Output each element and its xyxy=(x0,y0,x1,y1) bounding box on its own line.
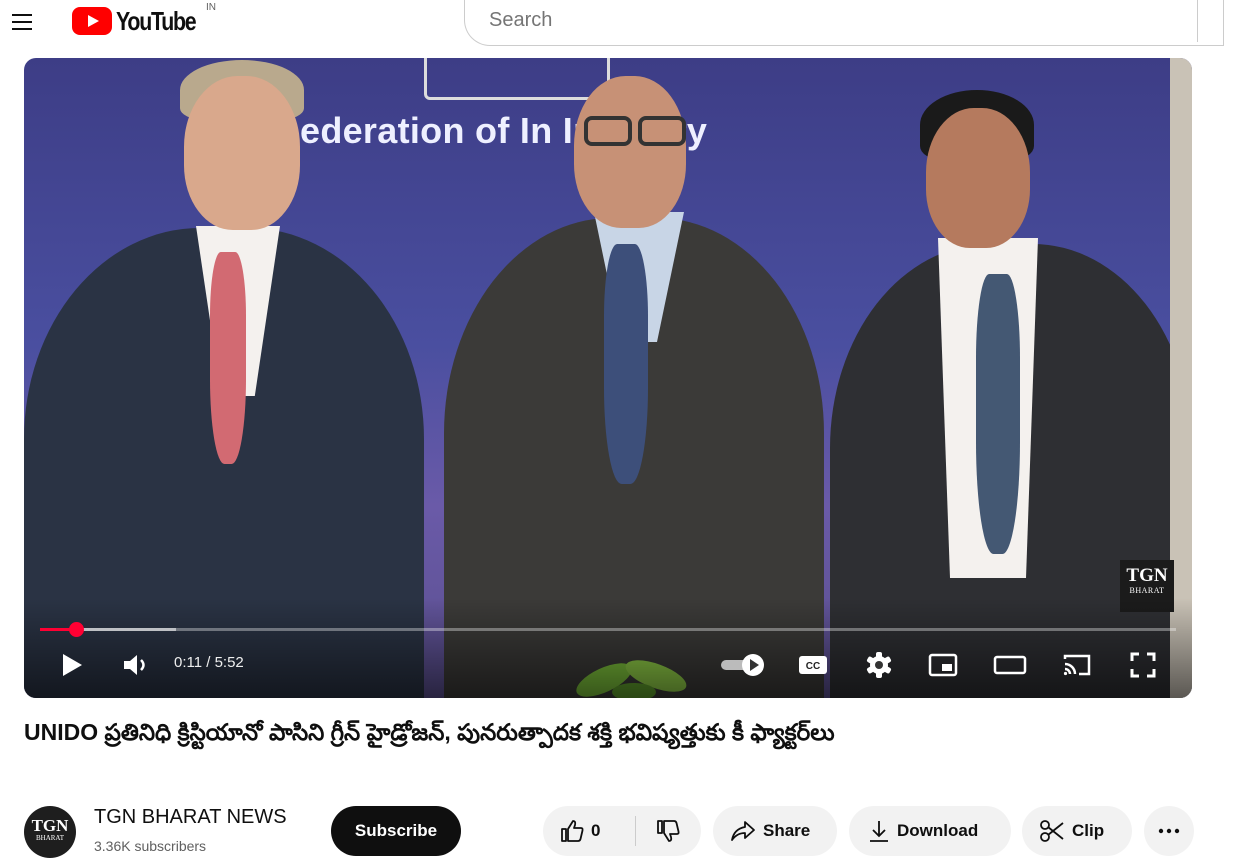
settings-button[interactable] xyxy=(860,648,898,682)
svg-text:CC: CC xyxy=(806,661,820,672)
mute-button[interactable] xyxy=(116,648,156,682)
search-input[interactable] xyxy=(487,2,1191,38)
scissors-icon xyxy=(1040,820,1064,842)
channel-name[interactable]: TGN BHARAT NEWS xyxy=(94,806,287,829)
subscribe-button[interactable]: Subscribe xyxy=(331,806,461,856)
play-button[interactable] xyxy=(52,648,92,682)
subscriber-count: 3.36K subscribers xyxy=(94,838,207,854)
download-label: Download xyxy=(897,821,979,840)
share-label: Share xyxy=(763,821,811,840)
time-display: 0:11 / 5:52 xyxy=(174,654,244,671)
autoplay-icon xyxy=(721,654,764,676)
search-box xyxy=(464,0,1224,46)
more-actions-button[interactable] xyxy=(1144,806,1194,856)
download-button[interactable]: Download xyxy=(849,806,1011,856)
face xyxy=(184,76,300,230)
youtube-logo[interactable]: YouTube IN xyxy=(72,2,216,36)
thumbs-down-icon xyxy=(657,820,680,842)
theater-mode-icon xyxy=(993,655,1027,675)
tie xyxy=(604,244,648,484)
closed-captions-icon: CC xyxy=(799,656,827,674)
avatar-line2: BHARAT xyxy=(35,834,64,842)
banner-logo-frame xyxy=(424,58,610,100)
logo-wordmark: YouTube xyxy=(116,5,197,36)
video-title: UNIDO ప్రతినిధి క్రిస్టియానో పాసిని గ్రీ… xyxy=(24,719,835,745)
hamburger-line xyxy=(12,21,32,23)
face xyxy=(926,108,1030,248)
miniplayer-icon xyxy=(928,653,958,677)
like-count: 0 xyxy=(591,821,601,840)
gear-icon xyxy=(866,652,892,678)
volume-icon xyxy=(124,655,145,675)
logo-country-code: IN xyxy=(206,2,216,13)
hamburger-line xyxy=(12,14,32,16)
fullscreen-button[interactable] xyxy=(1124,648,1162,682)
autoplay-toggle[interactable] xyxy=(718,648,770,682)
hamburger-line xyxy=(12,28,32,30)
download-icon xyxy=(870,821,888,842)
thumbs-up-icon xyxy=(561,820,584,842)
cast-icon xyxy=(1063,654,1091,676)
miniplayer-button[interactable] xyxy=(924,648,962,682)
more-horizontal-icon xyxy=(1158,828,1180,834)
play-icon xyxy=(63,654,82,676)
glasses xyxy=(638,116,686,146)
cast-button[interactable] xyxy=(1058,648,1096,682)
search-divider xyxy=(1197,0,1198,42)
like-dislike-group: 0 xyxy=(543,806,701,856)
theater-mode-button[interactable] xyxy=(990,648,1030,682)
tie xyxy=(976,274,1020,554)
share-icon xyxy=(731,821,755,841)
share-button[interactable]: Share xyxy=(713,806,837,856)
subtitles-button[interactable]: CC xyxy=(794,648,832,682)
clip-label: Clip xyxy=(1072,821,1105,840)
owner-row: TGN BHARAT TGN BHARAT NEWS 3.36K subscri… xyxy=(24,804,1204,858)
progress-bar[interactable] xyxy=(40,622,1176,637)
face xyxy=(574,76,686,228)
glasses xyxy=(584,116,632,146)
watermark-line1: TGN xyxy=(1126,565,1168,586)
avatar-line1: TGN xyxy=(31,816,69,835)
video-player[interactable]: ederation of In Industry TGN BHARAT 0:11… xyxy=(24,58,1192,698)
guide-menu-button[interactable] xyxy=(8,8,38,36)
clip-button[interactable]: Clip xyxy=(1022,806,1132,856)
fullscreen-icon xyxy=(1130,652,1156,678)
watermark-line2: BHARAT xyxy=(1129,586,1165,595)
channel-avatar[interactable]: TGN BHARAT xyxy=(24,806,76,858)
like-button[interactable]: 0 xyxy=(543,818,635,844)
dislike-button[interactable] xyxy=(636,818,701,844)
youtube-play-icon xyxy=(72,7,112,35)
masthead: YouTube IN xyxy=(0,0,1233,46)
tie xyxy=(210,252,246,464)
